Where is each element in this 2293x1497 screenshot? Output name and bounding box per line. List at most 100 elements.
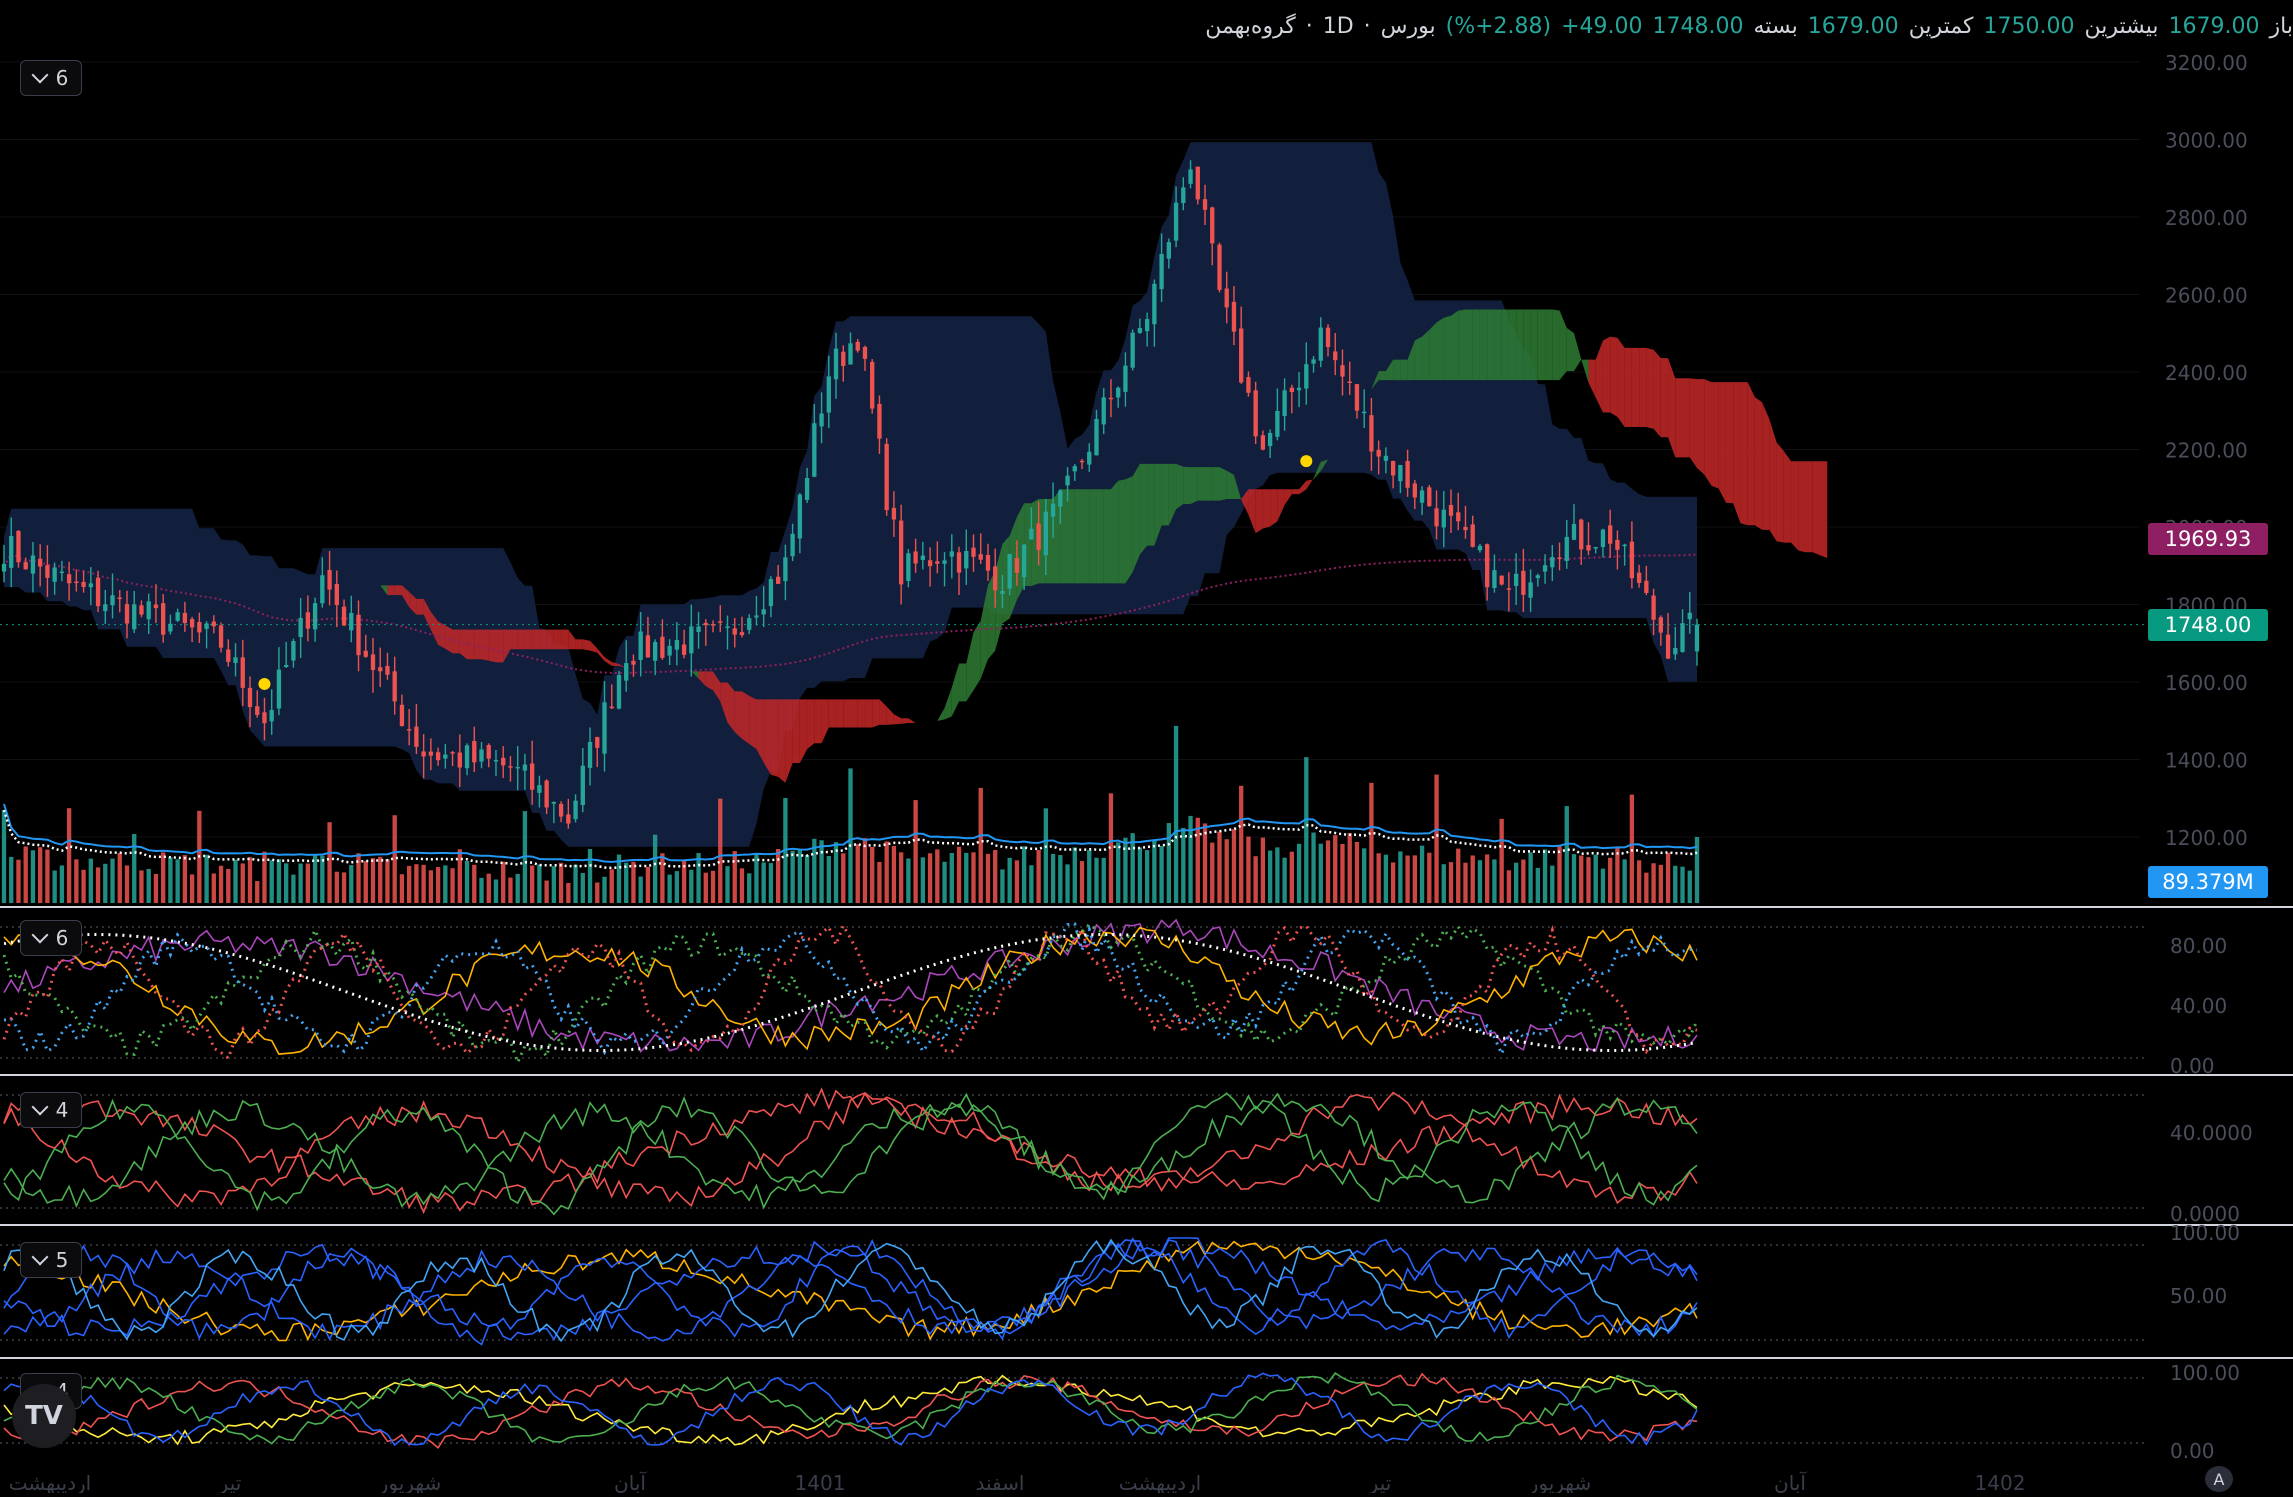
volume-bar	[1383, 854, 1389, 903]
volume-bar	[161, 852, 166, 903]
volume-bar	[1021, 846, 1027, 903]
price-axis-label: 2200.00	[2165, 439, 2248, 463]
volume-bar	[949, 853, 954, 903]
kumo-segment	[1465, 309, 1473, 381]
kumo-segment	[1530, 309, 1538, 381]
volume-bar	[1173, 725, 1179, 903]
volume-bar	[334, 871, 339, 903]
candle-body	[1152, 283, 1157, 325]
chart-canvas[interactable]: 3200.00 3000.00 2800.00 2600.00 2400.00 2200.…	[0, 0, 2293, 1495]
candle-body	[1644, 580, 1649, 593]
candle-body	[1195, 166, 1200, 200]
oscillator-series-line	[3, 1374, 1698, 1446]
kumo-segment	[1277, 489, 1285, 522]
volume-bar	[414, 864, 419, 903]
oscillator-series-line	[3, 1092, 1698, 1210]
candle-body	[1181, 187, 1186, 204]
kumo-segment	[959, 663, 967, 702]
kumo-segment	[1545, 309, 1553, 381]
candle-body	[819, 413, 824, 427]
candle-body	[1166, 242, 1172, 259]
candle-body	[638, 631, 643, 660]
volume-bar	[88, 858, 93, 903]
volume-bar	[848, 768, 853, 903]
oscillator-axis-label: 100.00	[2170, 1361, 2240, 1385]
indicator-count: 6	[55, 66, 69, 90]
candle-body	[486, 745, 491, 759]
kumo-segment	[524, 629, 533, 650]
candle-body	[1210, 207, 1215, 244]
candle-body	[768, 579, 774, 607]
candle-body	[993, 566, 998, 591]
volume-bar	[790, 850, 795, 903]
volume-bar	[1094, 857, 1099, 903]
symbol-name[interactable]: گروه‌بهمن	[1205, 14, 1296, 39]
time-axis-label: شهریور	[378, 1471, 442, 1493]
candle-body	[935, 561, 940, 564]
chart-area[interactable]: 3200.00 3000.00 2800.00 2600.00 2400.00 2200.…	[0, 0, 2293, 1495]
interval-label[interactable]: 1D	[1323, 14, 1354, 39]
kumo-segment	[821, 699, 829, 744]
tradingview-logo-icon[interactable]: TV	[12, 1384, 76, 1448]
candle-body	[566, 814, 571, 824]
candle-body	[529, 763, 535, 790]
volume-bar	[710, 870, 716, 903]
volume-bar	[1448, 862, 1454, 903]
volume-bar	[1296, 843, 1302, 903]
candle-body	[197, 622, 202, 633]
candle-body	[16, 531, 21, 563]
candle-body	[544, 780, 549, 808]
candle-body	[204, 623, 209, 629]
candle-body	[732, 628, 737, 635]
volume-bar	[566, 882, 571, 903]
volume-bar	[1043, 808, 1049, 903]
volume-bar	[1195, 817, 1200, 903]
chevron-down-icon	[31, 926, 49, 944]
exchange-name[interactable]: بورس	[1381, 14, 1436, 39]
time-axis-label: تیر	[1368, 1471, 1392, 1493]
candle-body	[1116, 387, 1121, 398]
kumo-segment	[1588, 359, 1596, 398]
volume-bar	[1470, 855, 1475, 903]
candle-body	[1072, 466, 1077, 472]
candle-body	[356, 614, 361, 656]
volume-bar	[1405, 855, 1410, 903]
candle-body	[479, 749, 484, 762]
volume-bar	[544, 880, 549, 903]
kumo-segment	[1422, 329, 1430, 381]
volume-bar	[1492, 859, 1497, 903]
candle-body	[580, 765, 585, 806]
volume-bar	[103, 863, 108, 903]
oscillator-axis-label: 40.0000	[2170, 1121, 2253, 1145]
kumo-segment	[1675, 378, 1683, 458]
volume-bar	[501, 861, 506, 903]
pane-toggle-main[interactable]: 6	[20, 60, 82, 96]
pane-toggle-osc2[interactable]: 4	[20, 1092, 82, 1128]
candle-body	[298, 617, 303, 638]
pane-toggle-osc3[interactable]: 5	[20, 1242, 82, 1278]
candle-body	[1636, 572, 1642, 583]
volume-bar	[913, 800, 918, 903]
kumo-segment	[1566, 327, 1575, 372]
kumo-segment	[1183, 466, 1191, 504]
pane-toggle-osc1[interactable]: 6	[20, 920, 82, 956]
volume-bar	[870, 846, 875, 903]
auto-scale-button[interactable]: A	[2205, 1466, 2233, 1492]
candle-body	[421, 751, 426, 757]
volume-bar	[942, 861, 947, 903]
volume-bar	[363, 861, 368, 903]
volume-bar	[291, 874, 296, 903]
candle-body	[1173, 202, 1179, 241]
candle-body	[891, 507, 897, 520]
volume-bar	[421, 864, 426, 903]
volume-bar	[1065, 864, 1070, 903]
kumo-segment	[1110, 480, 1119, 584]
candle-body	[1608, 525, 1613, 544]
volume-bar	[153, 873, 159, 903]
volume-bar	[1441, 864, 1446, 903]
price-axis-label: 2400.00	[2165, 361, 2248, 385]
candle-body	[103, 604, 108, 612]
volume-bar	[1079, 861, 1085, 903]
volume-bar	[247, 857, 253, 903]
kumo-segment	[1103, 489, 1111, 584]
